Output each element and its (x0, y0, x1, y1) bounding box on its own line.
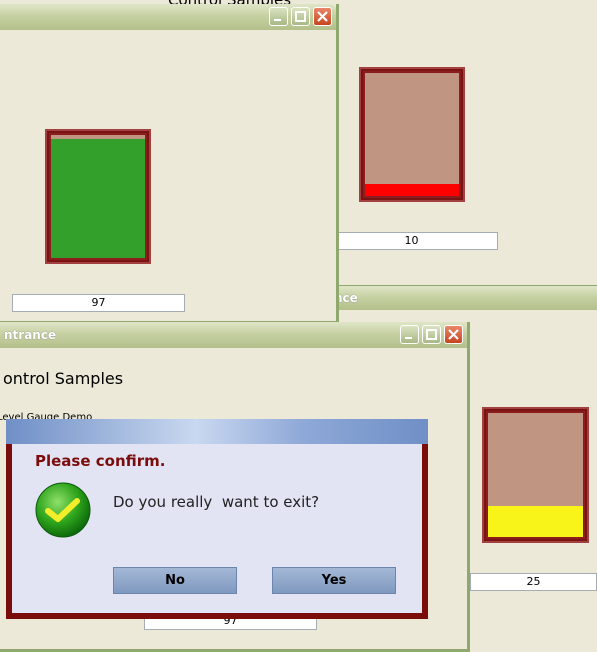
close-icon (448, 329, 459, 340)
gauge-background (365, 73, 459, 196)
dialog-title: Please confirm. (35, 452, 166, 470)
dialog-header-bar[interactable] (6, 419, 428, 444)
window-middle-titlebar[interactable]: nce (330, 286, 597, 310)
maximize-button[interactable] (291, 7, 310, 26)
close-icon (317, 11, 328, 22)
window-front-titlebar[interactable]: ntrance (0, 322, 467, 348)
level-gauge-green (45, 129, 151, 264)
confirm-dialog: Please confirm. Do you really want to ex… (6, 419, 428, 619)
gauge-value-field[interactable]: 25 (470, 573, 597, 591)
gauge-value-field[interactable]: 97 (12, 294, 185, 312)
gauge-fill (51, 138, 145, 258)
maximize-icon (426, 329, 437, 340)
minimize-icon (405, 337, 412, 339)
gauge-value-field[interactable]: 10 (325, 232, 498, 250)
maximize-icon (295, 11, 306, 22)
gauge-background (51, 135, 145, 258)
minimize-button[interactable] (269, 7, 288, 26)
close-button[interactable] (313, 7, 332, 26)
window-top-left: 97 (0, 4, 339, 324)
gauge-fill (488, 506, 583, 537)
minimize-button[interactable] (400, 325, 419, 344)
gauge-background (488, 413, 583, 537)
close-button[interactable] (444, 325, 463, 344)
level-gauge-red (359, 67, 465, 202)
window-middle: nce (330, 285, 597, 326)
minimize-icon (274, 19, 281, 21)
window-front-title: ntrance (4, 328, 57, 342)
dialog-body: Please confirm. Do you really want to ex… (6, 444, 428, 619)
window-front-heading: ontrol Samples (3, 369, 124, 388)
no-button[interactable]: No (113, 567, 237, 594)
level-gauge-yellow (482, 407, 589, 543)
gauge-fill (365, 183, 459, 196)
dialog-message: Do you really want to exit? (113, 493, 320, 511)
yes-button[interactable]: Yes (272, 567, 396, 594)
maximize-button[interactable] (422, 325, 441, 344)
checkmark-icon (35, 482, 91, 538)
